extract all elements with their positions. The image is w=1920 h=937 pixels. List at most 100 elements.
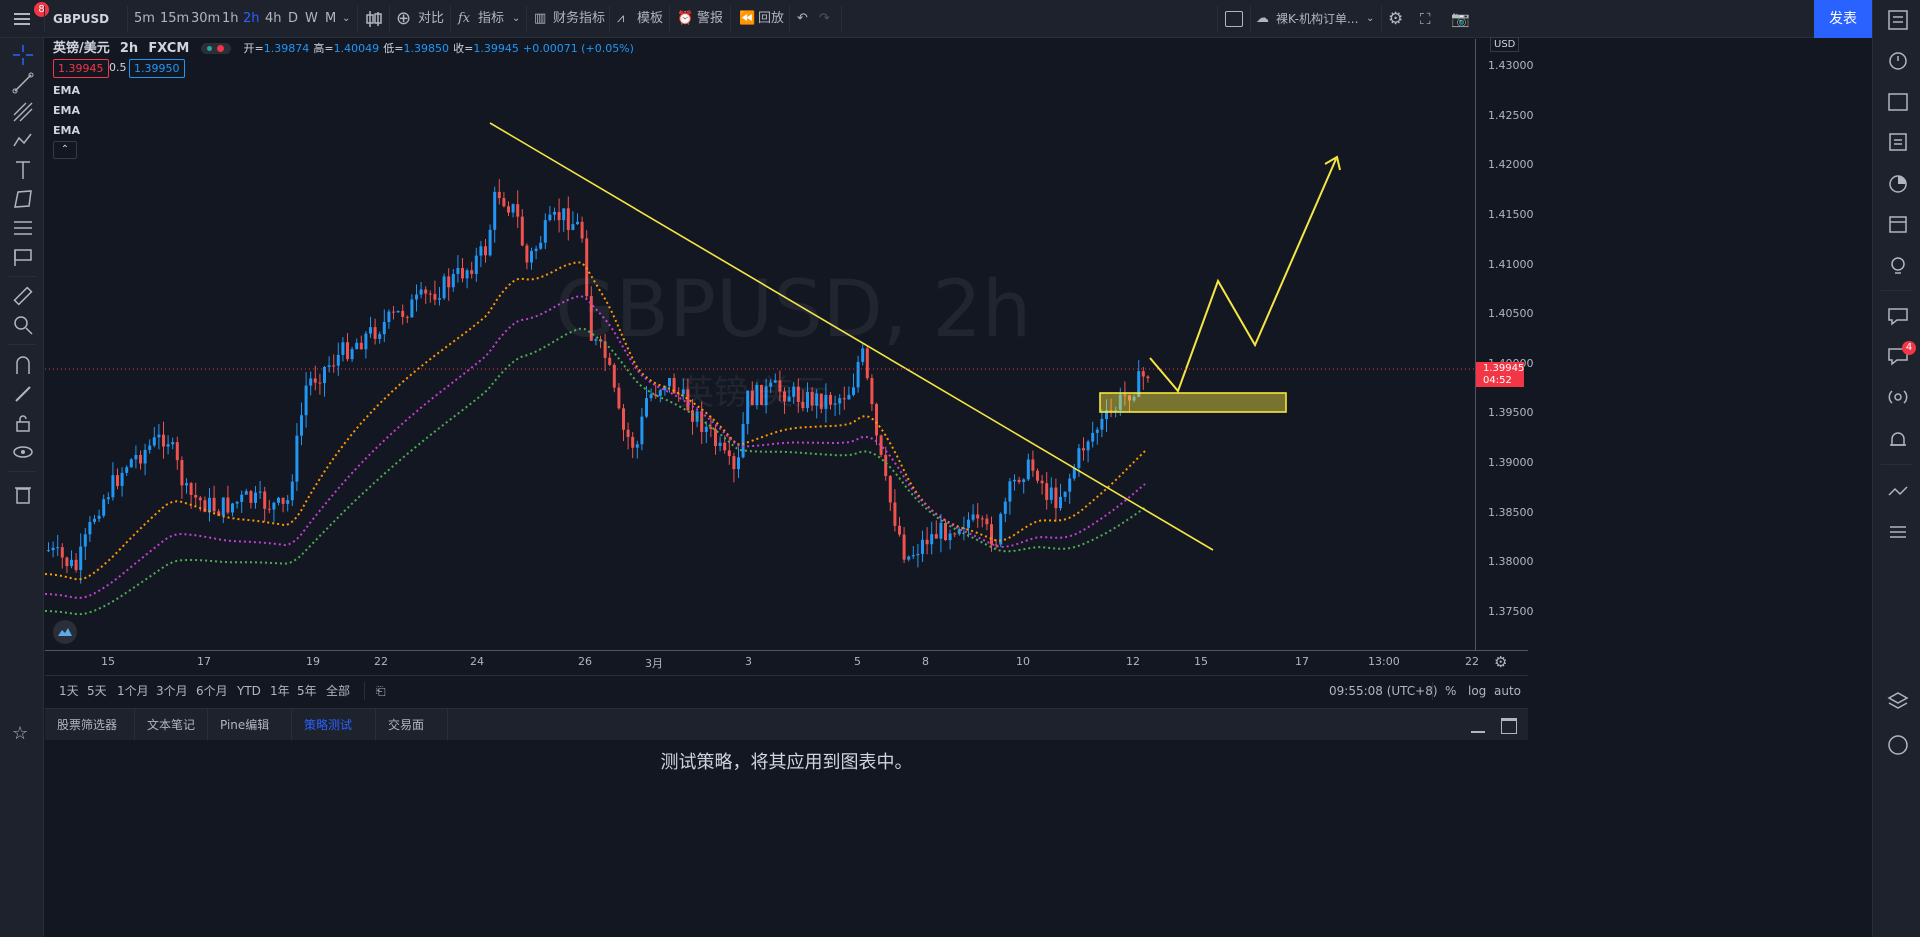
- alarm-clock-icon[interactable]: ⏰: [677, 0, 693, 38]
- maximize-panel-icon[interactable]: [1501, 718, 1517, 734]
- expand-icon[interactable]: ⛶: [1420, 0, 1431, 38]
- interval-m[interactable]: M: [325, 0, 336, 38]
- projection-path[interactable]: [1149, 158, 1337, 393]
- chevron-down-icon[interactable]: ⌄: [512, 0, 520, 38]
- interval-1h[interactable]: 1h: [222, 0, 239, 38]
- chevron-down-icon[interactable]: ⌄: [342, 0, 350, 38]
- fullscreen-square-icon[interactable]: [1225, 11, 1243, 27]
- ema-indicator-label[interactable]: EMA: [53, 104, 80, 117]
- magnet-icon[interactable]: [12, 354, 34, 376]
- trend-line-icon[interactable]: [12, 72, 34, 94]
- range-1m[interactable]: 1个月: [117, 676, 149, 706]
- chart-settings-gear-icon[interactable]: ⚙: [1494, 653, 1507, 671]
- go-to-date-icon[interactable]: ⎗: [376, 676, 386, 706]
- layers-icon[interactable]: [1886, 690, 1910, 714]
- watchlist-icon[interactable]: [1886, 8, 1910, 32]
- tab-stock-screener[interactable]: 股票筛选器⌄: [45, 709, 135, 764]
- calendar-icon[interactable]: [1886, 212, 1910, 236]
- auto-scale-toggle[interactable]: auto: [1494, 676, 1521, 706]
- star-icon[interactable]: ☆: [12, 723, 34, 745]
- layout-name[interactable]: 裸K-机构订单...: [1276, 0, 1358, 38]
- data-window-icon[interactable]: [1886, 90, 1910, 114]
- replay-icon[interactable]: ⏪: [739, 0, 755, 38]
- templates-button[interactable]: 模板: [637, 0, 663, 38]
- menu-icon[interactable]: [12, 9, 32, 29]
- range-1y[interactable]: 1年: [270, 676, 290, 706]
- interval-15m[interactable]: 15m: [160, 0, 189, 38]
- icons-flag-icon[interactable]: [12, 246, 34, 268]
- interval-4h[interactable]: 4h: [265, 0, 282, 38]
- interval-5m[interactable]: 5m: [134, 0, 155, 38]
- redo-icon[interactable]: ↷: [819, 0, 830, 38]
- prediction-icon[interactable]: [12, 217, 34, 239]
- tab-trading-panel[interactable]: 交易面板: [376, 709, 448, 764]
- interval-2h[interactable]: 2h: [243, 0, 260, 38]
- chevron-down-icon[interactable]: ⌄: [1366, 0, 1374, 38]
- range-6m[interactable]: 6个月: [196, 676, 228, 706]
- replay-button[interactable]: 回放: [758, 0, 784, 38]
- ruler-icon[interactable]: [12, 285, 34, 307]
- price-axis[interactable]: USD 1.43000 1.42500 1.42000 1.41500 1.41…: [1475, 37, 1534, 650]
- depth-of-market-icon[interactable]: [1886, 520, 1910, 544]
- interval-w[interactable]: W: [305, 0, 318, 38]
- chat-icon[interactable]: [1886, 304, 1910, 328]
- bell-icon[interactable]: [1886, 428, 1910, 452]
- ema-indicator-label[interactable]: EMA: [53, 84, 80, 97]
- symbol-search[interactable]: GBPUSD: [53, 0, 109, 38]
- ideas-bulb-icon[interactable]: [1886, 254, 1910, 278]
- tab-strategy-tester[interactable]: 策略测试器: [292, 709, 376, 764]
- function-icon[interactable]: fx: [458, 0, 470, 38]
- minimize-panel-icon[interactable]: [1471, 715, 1485, 733]
- range-5y[interactable]: 5年: [297, 676, 317, 706]
- range-3m[interactable]: 3个月: [156, 676, 188, 706]
- tab-pine-editor[interactable]: Pine编辑器: [208, 709, 292, 764]
- ema-indicator-label[interactable]: EMA: [53, 124, 80, 137]
- range-ytd[interactable]: YTD: [237, 676, 261, 706]
- camera-icon[interactable]: 📷: [1451, 0, 1470, 38]
- currency-label[interactable]: USD: [1490, 37, 1520, 52]
- financials-button[interactable]: 财务指标: [553, 0, 605, 38]
- fib-retracement-icon[interactable]: [12, 101, 34, 123]
- shape-icon[interactable]: [12, 188, 34, 210]
- lock-icon[interactable]: [12, 412, 34, 434]
- compare-plus-icon[interactable]: ⊕: [396, 0, 411, 38]
- eye-icon[interactable]: [12, 441, 34, 463]
- trash-icon[interactable]: [12, 483, 34, 505]
- publish-button[interactable]: 发表: [1814, 0, 1872, 38]
- candle-type-icon[interactable]: [365, 9, 383, 29]
- undo-icon[interactable]: ↶: [797, 0, 808, 38]
- range-1d[interactable]: 1天: [59, 676, 79, 706]
- time-axis[interactable]: 15 17 19 22 24 26 3月 3 5 8 10 12 15 17 1…: [45, 650, 1528, 674]
- gear-icon[interactable]: ⚙: [1388, 0, 1403, 38]
- trading-panel-icon[interactable]: [1886, 480, 1910, 504]
- range-5d[interactable]: 5天: [87, 676, 107, 706]
- alarm-clock-icon[interactable]: [1886, 48, 1910, 72]
- drawing-mode-icon[interactable]: [12, 383, 34, 405]
- alert-button[interactable]: 警报: [697, 0, 723, 38]
- broadcast-icon[interactable]: [1886, 386, 1910, 410]
- bid-price-box[interactable]: 1.39945: [53, 59, 109, 78]
- crosshair-icon[interactable]: [12, 44, 34, 66]
- market-status-dots[interactable]: [201, 43, 232, 54]
- collapse-legend-button[interactable]: ⌃: [53, 141, 77, 159]
- pattern-icon[interactable]: [12, 130, 34, 152]
- financials-icon[interactable]: ▥: [534, 0, 546, 38]
- hotlist-icon[interactable]: [1886, 172, 1910, 196]
- text-icon[interactable]: [12, 159, 34, 181]
- tradingview-logo[interactable]: [53, 620, 77, 644]
- templates-icon[interactable]: ⩘: [617, 0, 624, 38]
- news-icon[interactable]: [1886, 130, 1910, 154]
- cloud-icon[interactable]: ☁: [1256, 0, 1269, 38]
- tab-text-notes[interactable]: 文本笔记: [135, 709, 208, 741]
- percent-scale-toggle[interactable]: %: [1445, 676, 1456, 706]
- indicators-button[interactable]: 指标: [478, 0, 504, 38]
- interval-d[interactable]: D: [288, 0, 298, 38]
- demand-zone-rectangle[interactable]: [1099, 392, 1287, 413]
- range-all[interactable]: 全部: [326, 676, 350, 706]
- zoom-icon[interactable]: [12, 314, 34, 336]
- compare-button[interactable]: 对比: [418, 0, 444, 38]
- help-icon[interactable]: [1886, 733, 1910, 757]
- ask-price-box[interactable]: 1.39950: [129, 59, 185, 78]
- legend-pair[interactable]: 英镑/美元: [53, 41, 110, 56]
- interval-30m[interactable]: 30m: [191, 0, 220, 38]
